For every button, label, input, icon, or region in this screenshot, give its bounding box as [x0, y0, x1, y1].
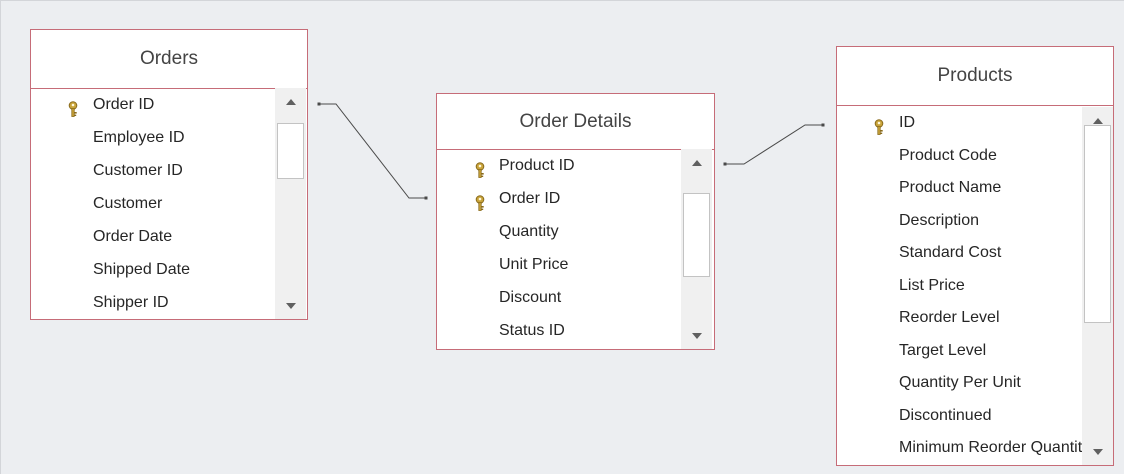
- relationships-canvas[interactable]: Orders Order ID Employee ID Customer ID Cust…: [0, 0, 1124, 474]
- relationship-line[interactable]: [319, 103, 426, 199]
- relationship-endpoint: [821, 123, 825, 127]
- relationship-endpoint: [317, 102, 321, 106]
- relationship-endpoint: [723, 162, 727, 166]
- relationship-endpoint: [424, 196, 428, 200]
- relationship-lines: [317, 102, 825, 200]
- relationship-line[interactable]: [725, 124, 823, 165]
